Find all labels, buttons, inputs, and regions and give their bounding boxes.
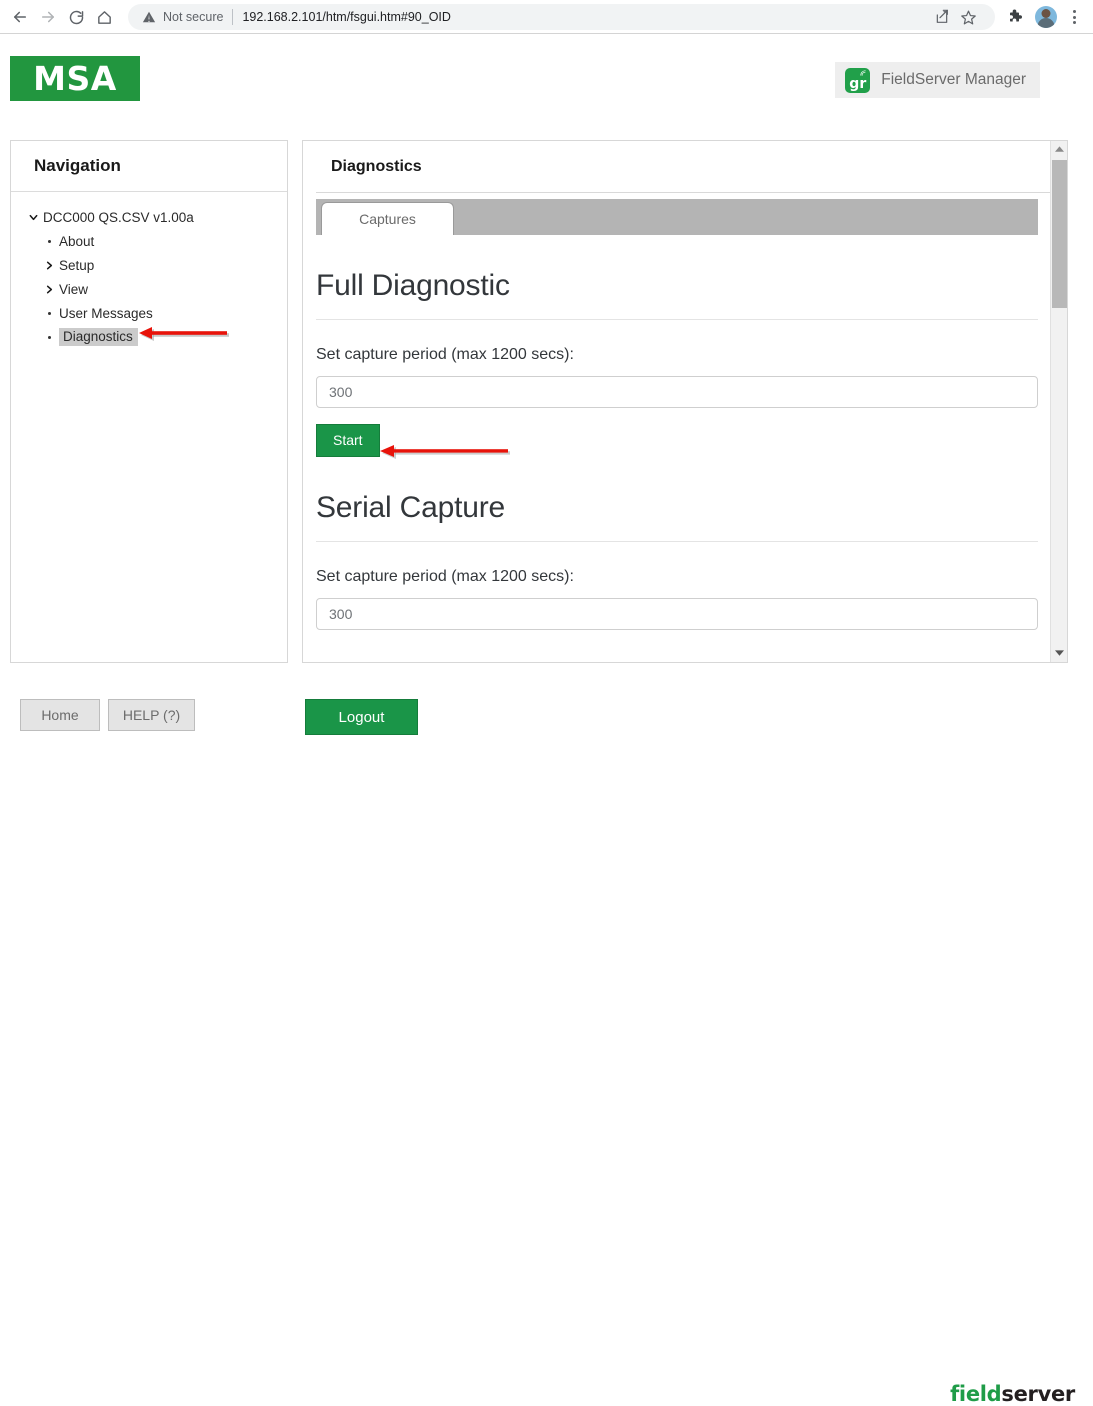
share-icon[interactable] bbox=[929, 4, 955, 30]
panel-scroll-body: Captures Full Diagnostic Set capture per… bbox=[303, 193, 1051, 662]
page-title: Diagnostics bbox=[331, 157, 422, 175]
navigation-title: Navigation bbox=[11, 141, 287, 192]
kebab-menu-icon[interactable] bbox=[1063, 4, 1085, 30]
home-icon[interactable] bbox=[90, 3, 118, 31]
browser-actions bbox=[1003, 4, 1093, 30]
sidebar-item-dcc000[interactable]: DCC000 QS.CSV v1.00a bbox=[11, 205, 287, 229]
scroll-up-arrow-icon[interactable] bbox=[1051, 141, 1067, 158]
reload-icon[interactable] bbox=[62, 3, 90, 31]
fieldserver-manager-label: FieldServer Manager bbox=[881, 71, 1026, 88]
bullet-icon bbox=[39, 311, 59, 315]
vertical-scrollbar[interactable] bbox=[1050, 141, 1067, 662]
star-icon[interactable] bbox=[955, 4, 981, 30]
forward-icon[interactable] bbox=[34, 3, 62, 31]
section-full-diagnostic: Full Diagnostic Set capture period (max … bbox=[303, 235, 1051, 457]
footer: Home HELP (?) Logout fieldserver bbox=[0, 680, 1093, 1406]
msa-logo: MSA bbox=[10, 56, 140, 101]
gr-icon-text: gr bbox=[849, 75, 867, 92]
tab-label: Captures bbox=[359, 211, 416, 227]
sidebar-item-view[interactable]: View bbox=[11, 277, 287, 301]
sidebar-item-label: User Messages bbox=[59, 305, 153, 321]
chevron-down-icon[interactable] bbox=[23, 212, 43, 223]
omnibox-divider bbox=[232, 9, 234, 25]
capture-period-label: Set capture period (max 1200 secs): bbox=[316, 346, 574, 363]
sidebar-item-label: DCC000 QS.CSV v1.00a bbox=[43, 209, 194, 225]
scroll-down-arrow-icon[interactable] bbox=[1051, 645, 1067, 662]
sidebar-item-diagnostics[interactable]: Diagnostics bbox=[11, 325, 287, 349]
puzzle-piece-icon[interactable] bbox=[1003, 4, 1029, 30]
browser-toolbar: Not secure 192.168.2.101/htm/fsgui.htm#9… bbox=[0, 0, 1093, 34]
full-diagnostic-period-input[interactable] bbox=[316, 376, 1038, 408]
sidebar-item-user-messages[interactable]: User Messages bbox=[11, 301, 287, 325]
url-text: 192.168.2.101/htm/fsgui.htm#90_OID bbox=[242, 10, 451, 24]
tab-strip: Captures bbox=[316, 199, 1038, 235]
section-serial-capture: Serial Capture Set capture period (max 1… bbox=[303, 457, 1051, 630]
navigation-panel: Navigation DCC000 QS.CSV v1.00a About Se… bbox=[10, 140, 288, 663]
sidebar-item-label: About bbox=[59, 233, 95, 249]
section-heading: Serial Capture bbox=[316, 491, 505, 524]
home-button[interactable]: Home bbox=[20, 699, 100, 731]
warning-triangle-icon bbox=[142, 10, 156, 24]
logout-button[interactable]: Logout bbox=[305, 699, 418, 735]
help-button[interactable]: HELP (?) bbox=[108, 699, 195, 731]
msa-logo-text: MSA bbox=[33, 59, 117, 98]
tab-captures[interactable]: Captures bbox=[321, 202, 454, 235]
section-heading: Full Diagnostic bbox=[316, 269, 510, 302]
diagnostics-panel: Diagnostics Captures Full Diagnostic Set… bbox=[302, 140, 1068, 663]
navigation-tree: DCC000 QS.CSV v1.00a About Setup View Us… bbox=[11, 192, 287, 349]
scrollbar-thumb[interactable] bbox=[1052, 160, 1067, 308]
start-button[interactable]: Start bbox=[316, 424, 380, 457]
bullet-icon bbox=[39, 335, 59, 339]
sidebar-item-label: Diagnostics bbox=[59, 328, 138, 346]
fieldserver-logo-part1: field bbox=[950, 1382, 1002, 1406]
sidebar-item-about[interactable]: About bbox=[11, 229, 287, 253]
fieldserver-gr-icon: gr bbox=[845, 67, 871, 93]
capture-period-label: Set capture period (max 1200 secs): bbox=[316, 568, 574, 585]
serial-capture-period-input[interactable] bbox=[316, 598, 1038, 630]
security-status-label: Not secure bbox=[163, 10, 224, 24]
page-header: MSA gr FieldServer Manager bbox=[0, 34, 1093, 135]
fieldserver-manager-badge[interactable]: gr FieldServer Manager bbox=[835, 62, 1040, 98]
back-icon[interactable] bbox=[6, 3, 34, 31]
chevron-right-icon[interactable] bbox=[39, 260, 59, 271]
fieldserver-logo-part2: server bbox=[1001, 1382, 1075, 1406]
avatar[interactable] bbox=[1035, 6, 1057, 28]
bullet-icon bbox=[39, 239, 59, 243]
address-bar[interactable]: Not secure 192.168.2.101/htm/fsgui.htm#9… bbox=[128, 4, 995, 30]
chevron-right-icon[interactable] bbox=[39, 284, 59, 295]
fieldserver-logo: fieldserver bbox=[950, 1382, 1075, 1406]
sidebar-item-label: View bbox=[59, 281, 89, 297]
sidebar-item-setup[interactable]: Setup bbox=[11, 253, 287, 277]
content-area: Navigation DCC000 QS.CSV v1.00a About Se… bbox=[0, 135, 1093, 680]
sidebar-item-label: Setup bbox=[59, 257, 95, 273]
